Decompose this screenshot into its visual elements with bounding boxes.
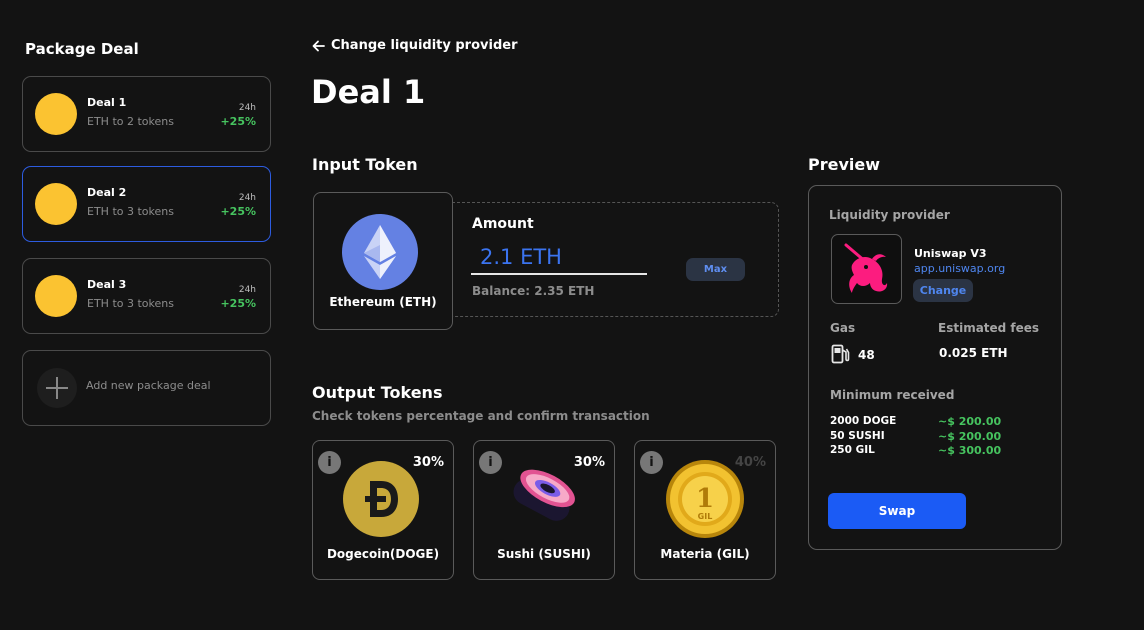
deal-name: Deal 3 [87, 278, 127, 291]
gas-value: 48 [858, 348, 875, 362]
input-token-selector[interactable]: Ethereum (ETH) [313, 192, 453, 330]
deal-card-2[interactable]: Deal 2 ETH to 3 tokens 24h +25% [22, 166, 271, 242]
svg-text:GIL: GIL [698, 512, 713, 521]
deal-period: 24h [238, 193, 256, 203]
swap-button[interactable]: Swap [828, 493, 966, 529]
min-received-amount: 50 SUSHI [830, 430, 885, 442]
amount-panel: Amount 2.1 ETH Balance: 2.35 ETH Max [452, 202, 779, 317]
info-icon[interactable]: i [479, 451, 502, 474]
amount-underline [471, 273, 647, 275]
gil-coin-icon: 1 GIL [665, 459, 744, 538]
output-tokens-title: Output Tokens [312, 383, 443, 402]
provider-name: Uniswap V3 [914, 247, 987, 260]
input-token-name: Ethereum (ETH) [329, 295, 437, 309]
deal-subtitle: ETH to 3 tokens [87, 205, 174, 218]
estimated-fees-label: Estimated fees [938, 321, 1040, 335]
deal-period: 24h [238, 285, 256, 295]
uniswap-logo [831, 234, 902, 304]
estimated-fees-value: 0.025 ETH [939, 346, 1008, 360]
unicorn-icon [844, 243, 888, 293]
balance-text: Balance: 2.35 ETH [472, 284, 595, 298]
preview-panel: Liquidity provider Uniswap V3 app.uniswa… [808, 185, 1062, 550]
sushi-icon [504, 461, 580, 537]
token-name: Sushi (SUSHI) [497, 547, 591, 561]
deal-card-3[interactable]: Deal 3 ETH to 3 tokens 24h +25% [22, 258, 271, 334]
change-provider-label: Change liquidity provider [331, 38, 518, 53]
deal-period: 24h [238, 103, 256, 113]
output-tokens-subtitle: Check tokens percentage and confirm tran… [312, 409, 650, 423]
deal-name: Deal 1 [87, 96, 127, 109]
token-name: Materia (GIL) [660, 547, 750, 561]
amount-input[interactable]: 2.1 ETH [480, 245, 562, 269]
token-percent: 30% [412, 455, 444, 470]
deal-change: +25% [220, 115, 256, 128]
minimum-received-label: Minimum received [830, 388, 955, 402]
svg-text:1: 1 [696, 484, 714, 514]
max-button[interactable]: Max [686, 258, 745, 281]
deal-change: +25% [220, 297, 256, 310]
min-received-amount: 2000 DOGE [830, 415, 897, 427]
page-title: Deal 1 [311, 73, 426, 111]
preview-title: Preview [808, 155, 881, 174]
coin-icon [35, 275, 77, 317]
info-icon[interactable]: i [318, 451, 341, 474]
input-token-title: Input Token [312, 155, 418, 174]
deal-card-1[interactable]: Deal 1 ETH to 2 tokens 24h +25% [22, 76, 271, 152]
token-percent: 40% [734, 455, 766, 470]
change-provider-link[interactable]: Change liquidity provider [312, 38, 518, 53]
add-package-deal-button[interactable]: Add new package deal [22, 350, 271, 426]
gas-pump-icon [831, 344, 850, 364]
amount-label: Amount [472, 216, 534, 232]
dogecoin-icon [343, 461, 419, 537]
output-token-card-sushi[interactable]: i 30% Sushi (SUSHI) [473, 440, 615, 580]
min-received-value: ~$ 200.00 [938, 430, 1002, 443]
ethereum-icon [342, 214, 418, 290]
min-received-amount: 250 GIL [830, 444, 875, 456]
token-percent: 30% [573, 455, 605, 470]
liquidity-provider-label: Liquidity provider [829, 208, 950, 222]
change-provider-button[interactable]: Change [913, 279, 973, 302]
plus-icon [37, 368, 77, 408]
coin-icon [35, 93, 77, 135]
deal-change: +25% [220, 205, 256, 218]
min-received-value: ~$ 300.00 [938, 444, 1002, 457]
token-name: Dogecoin(DOGE) [326, 547, 440, 561]
deal-subtitle: ETH to 2 tokens [87, 115, 174, 128]
gas-label: Gas [830, 321, 856, 335]
coin-icon [35, 183, 77, 225]
info-icon[interactable]: i [640, 451, 663, 474]
deal-name: Deal 2 [87, 186, 127, 199]
arrow-left-icon [312, 40, 325, 51]
output-token-card-doge[interactable]: i 30% Dogecoin(DOGE) [312, 440, 454, 580]
provider-url-link[interactable]: app.uniswap.org [914, 262, 1005, 275]
deal-subtitle: ETH to 3 tokens [87, 297, 174, 310]
add-package-deal-label: Add new package deal [86, 379, 211, 392]
sidebar-title: Package Deal [25, 40, 139, 58]
output-token-card-gil[interactable]: 1 GIL i 40% Materia (GIL) [634, 440, 776, 580]
min-received-value: ~$ 200.00 [938, 415, 1002, 428]
